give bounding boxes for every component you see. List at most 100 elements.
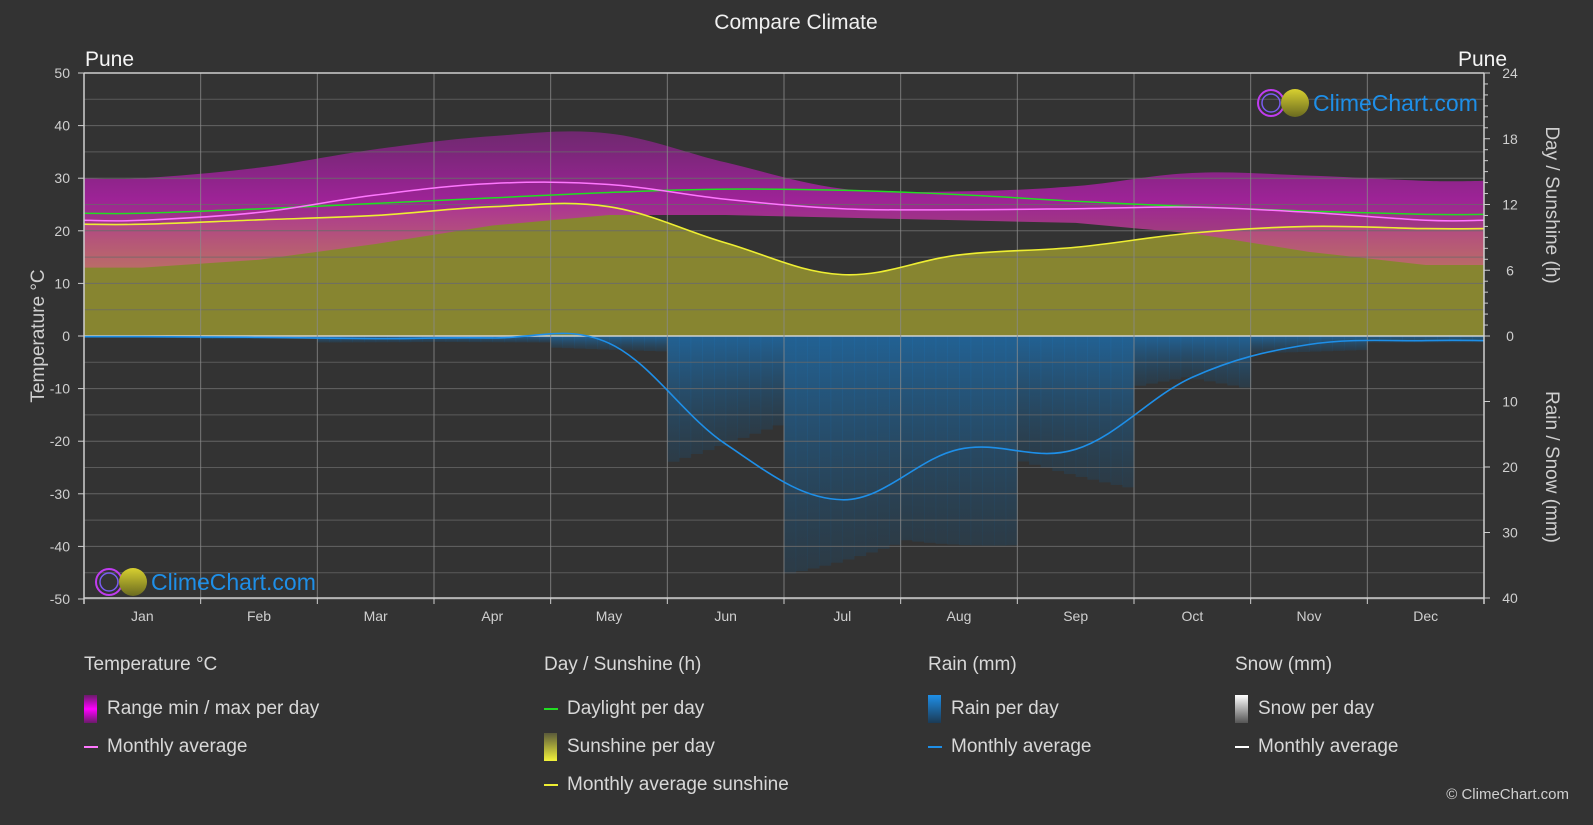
rain-day-bar xyxy=(702,336,715,451)
rain-day-bar xyxy=(959,336,972,546)
rain-swatch-icon xyxy=(928,695,941,723)
rain-day-bar xyxy=(1005,336,1018,546)
legend-label: Snow per day xyxy=(1258,698,1375,719)
rain-day-bar xyxy=(784,336,797,574)
legend-sunshine: Day / Sunshine (h) Daylight per day Suns… xyxy=(544,652,789,804)
legend-title: Snow (mm) xyxy=(1235,654,1333,675)
legend-item: Snow per day xyxy=(1235,690,1398,728)
tick-label-left: -40 xyxy=(50,538,70,554)
sunshine-swatch-icon xyxy=(544,733,557,761)
rain-day-bar xyxy=(1390,336,1403,343)
rain-day-bar xyxy=(317,336,330,343)
logo-bottom-left[interactable]: ClimeChart.com xyxy=(95,568,316,596)
logo-top-right[interactable]: ClimeChart.com xyxy=(1257,89,1478,117)
temp-range-swatch-icon xyxy=(84,695,97,723)
tick-label-left: 30 xyxy=(54,170,70,186)
month-label: Aug xyxy=(947,608,972,624)
rain-day-bar xyxy=(935,336,948,544)
tick-label-right-sunshine: 12 xyxy=(1502,197,1518,213)
sunshine-avg-swatch-icon xyxy=(544,784,558,786)
rain-day-bar xyxy=(1379,336,1392,343)
rain-day-bar xyxy=(819,336,832,566)
tick-label-left: 10 xyxy=(54,275,70,291)
rain-day-bar xyxy=(539,336,552,343)
rain-day-bar xyxy=(947,336,960,545)
tick-label-left: -10 xyxy=(50,381,70,397)
tick-label-right-sunshine: 0 xyxy=(1506,328,1514,344)
tick-label-left: 20 xyxy=(54,223,70,239)
rain-day-bar xyxy=(562,336,575,349)
tick-label-right-sunshine: 6 xyxy=(1506,262,1514,278)
rain-day-bar xyxy=(795,336,808,572)
rain-day-bar xyxy=(1460,336,1473,343)
rain-day-bar xyxy=(329,336,342,343)
month-label: Jun xyxy=(714,608,737,624)
rain-day-bar xyxy=(445,336,458,343)
legend-label: Range min / max per day xyxy=(107,698,320,719)
rain-day-bar xyxy=(469,336,482,343)
copyright: © ClimeChart.com xyxy=(1446,786,1569,803)
tick-label-left: -30 xyxy=(50,486,70,502)
rain-day-bar xyxy=(1332,336,1345,351)
rain-day-bar xyxy=(854,336,867,557)
rain-day-bar xyxy=(1110,336,1123,485)
rain-day-bar xyxy=(1204,336,1217,382)
legend-label: Daylight per day xyxy=(567,698,705,719)
rain-day-bar xyxy=(1040,336,1053,468)
rain-day-bar xyxy=(434,336,447,342)
rain-day-bar xyxy=(574,336,587,349)
rain-day-bar xyxy=(1052,336,1065,472)
rain-day-bar xyxy=(1367,336,1380,343)
legend-rain: Rain (mm) Rain per day Monthly average xyxy=(928,652,1091,766)
rain-day-bar xyxy=(1157,336,1170,382)
legend-item: Monthly average xyxy=(928,728,1091,766)
rain-day-bar xyxy=(480,336,493,343)
temp-avg-swatch-icon xyxy=(84,746,98,748)
month-label: Jan xyxy=(131,608,154,624)
logo-sun-icon xyxy=(1281,89,1309,117)
rain-day-bar xyxy=(1099,336,1112,483)
rain-day-bar xyxy=(772,336,785,426)
chart-title: Compare Climate xyxy=(714,11,877,34)
logo-ring-inner-icon xyxy=(1261,93,1281,113)
right-axis-label-bottom: Rain / Snow (mm) xyxy=(1541,391,1562,543)
right-axis-label-top: Day / Sunshine (h) xyxy=(1541,126,1562,283)
rain-day-bar xyxy=(457,336,470,343)
rain-day-bar xyxy=(1145,336,1158,384)
city-label-left: Pune xyxy=(85,48,134,71)
tick-label-left: 50 xyxy=(54,65,70,81)
rain-day-bar xyxy=(667,336,680,462)
legend-label: Rain per day xyxy=(951,698,1059,719)
rain-day-bar xyxy=(714,336,727,447)
tick-label-left: -50 xyxy=(50,591,70,607)
month-label: Dec xyxy=(1413,608,1438,624)
rain-day-bar xyxy=(679,336,692,458)
rain-day-bar xyxy=(492,336,505,343)
legend-title: Rain (mm) xyxy=(928,654,1017,675)
rain-day-bar xyxy=(422,336,435,343)
rain-avg-swatch-icon xyxy=(928,746,942,748)
rain-day-bar xyxy=(924,336,937,543)
tick-label-right-rain: 40 xyxy=(1502,590,1518,606)
legend-label: Monthly average xyxy=(1258,736,1399,757)
month-label: Oct xyxy=(1181,608,1203,624)
left-axis-label: Temperature °C xyxy=(28,269,49,402)
rain-day-bar xyxy=(1425,336,1438,343)
legend-item: Sunshine per day xyxy=(544,728,789,766)
rain-day-bar xyxy=(1122,336,1135,488)
rain-day-bar xyxy=(632,336,645,351)
rain-day-bar xyxy=(1402,336,1415,343)
rain-day-bar xyxy=(1239,336,1252,388)
legend-label: Sunshine per day xyxy=(567,736,715,757)
tick-label-right-rain: 30 xyxy=(1502,525,1518,541)
rain-day-bar xyxy=(1017,336,1030,462)
legend-label: Monthly average sunshine xyxy=(567,774,789,795)
grid-lines xyxy=(84,72,1484,600)
legend-title: Day / Sunshine (h) xyxy=(544,654,702,675)
rain-day-bar xyxy=(889,336,902,545)
rain-day-bar xyxy=(830,336,843,563)
logo-text: ClimeChart.com xyxy=(151,569,316,595)
legend-snow: Snow (mm) Snow per day Monthly average xyxy=(1235,652,1398,766)
rain-day-bar xyxy=(1134,336,1147,386)
rain-day-bar xyxy=(1075,336,1088,477)
